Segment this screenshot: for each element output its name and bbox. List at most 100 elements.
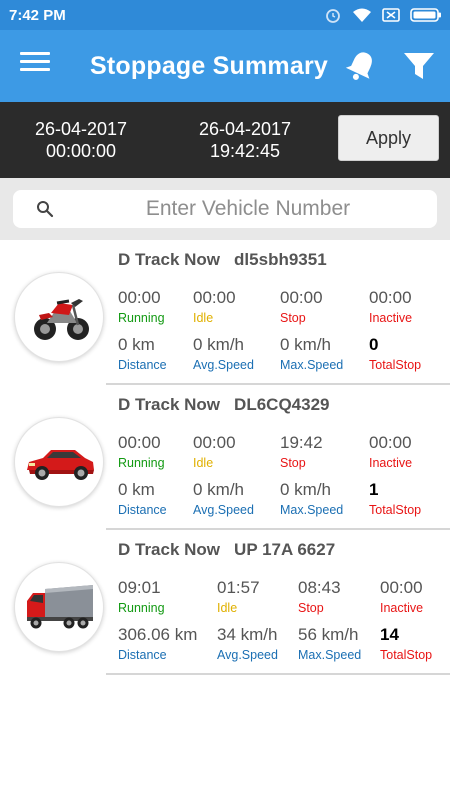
vehicle-card[interactable]: D Track Now DL6CQ4329 00:00 Running 00:00 I…: [0, 385, 450, 530]
total-stop-label: TotalStop: [369, 503, 422, 517]
stop-value: 00:00: [280, 288, 323, 307]
max-speed-label: Max.Speed: [298, 648, 362, 662]
to-datetime[interactable]: 26-04-2017 19:42:45: [186, 118, 304, 162]
battery-icon: [410, 8, 441, 22]
search-area: [0, 178, 450, 240]
company-name: D Track Now: [118, 540, 221, 559]
idle-stat: 00:00 Idle: [193, 433, 236, 470]
inactive-stat: 00:00 Inactive: [369, 288, 412, 325]
avg-speed-value: 0 km/h: [193, 335, 245, 354]
running-stat: 00:00 Running: [118, 288, 165, 325]
max-speed-stat: 56 km/h Max.Speed: [298, 625, 361, 662]
app-bar: Stoppage Summary: [0, 30, 450, 102]
total-stop-value: 1: [369, 480, 379, 499]
card-divider: [106, 673, 450, 675]
avg-speed-label: Avg.Speed: [193, 358, 254, 372]
total-stop-value: 14: [380, 625, 399, 644]
inactive-value: 00:00: [369, 433, 412, 452]
distance-label: Distance: [118, 648, 167, 662]
running-stat: 00:00 Running: [118, 433, 165, 470]
page-title: Stoppage Summary: [90, 52, 328, 80]
distance-stat: 0 km Distance: [118, 335, 167, 372]
inactive-stat: 00:00 Inactive: [380, 578, 423, 615]
distance-label: Distance: [118, 503, 167, 517]
vehicle-title: D Track Now dl5sbh9351: [118, 250, 327, 270]
filter-button[interactable]: [402, 50, 436, 84]
vehicle-number: UP 17A 6627: [234, 540, 336, 559]
idle-stat: 00:00 Idle: [193, 288, 236, 325]
max-speed-value: 0 km/h: [280, 335, 332, 354]
idle-label: Idle: [217, 601, 238, 615]
vehicle-avatar: [14, 272, 104, 362]
idle-label: Idle: [193, 311, 214, 325]
vehicle-card[interactable]: D Track Now dl5sbh9351 00:00 Running 00:00…: [0, 240, 450, 385]
inactive-value: 00:00: [369, 288, 412, 307]
running-value: 00:00: [118, 433, 161, 452]
running-stat: 09:01 Running: [118, 578, 165, 615]
stop-stat: 19:42 Stop: [280, 433, 323, 470]
running-value: 00:00: [118, 288, 161, 307]
vehicle-search-input[interactable]: [73, 190, 423, 228]
stop-stat: 00:00 Stop: [280, 288, 323, 325]
running-label: Running: [118, 601, 165, 615]
total-stop-stat: 0 TotalStop: [369, 335, 421, 372]
search-box[interactable]: [13, 190, 437, 228]
car-icon: [27, 450, 94, 480]
max-speed-stat: 0 km/h Max.Speed: [280, 335, 343, 372]
distance-stat: 0 km Distance: [118, 480, 167, 517]
total-stop-stat: 1 TotalStop: [369, 480, 421, 517]
inactive-value: 00:00: [380, 578, 423, 597]
avg-speed-value: 34 km/h: [217, 625, 278, 644]
avg-speed-stat: 34 km/h Avg.Speed: [217, 625, 278, 662]
menu-icon: [20, 52, 50, 55]
company-name: D Track Now: [118, 250, 221, 269]
status-time: 7:42 PM: [9, 7, 66, 24]
motorcycle-icon: [34, 299, 89, 340]
vehicle-title: D Track Now DL6CQ4329: [118, 395, 329, 415]
inactive-label: Inactive: [369, 456, 413, 470]
vehicle-card[interactable]: D Track Now UP 17A 6627 09:01 Running 01:5…: [0, 530, 450, 675]
bell-icon: [345, 52, 372, 80]
avg-speed-value: 0 km/h: [193, 480, 245, 499]
stop-value: 08:43: [298, 578, 341, 597]
from-time: 00:00:00: [45, 141, 117, 161]
inactive-stat: 00:00 Inactive: [369, 433, 412, 470]
inactive-label: Inactive: [380, 601, 424, 615]
to-time: 19:42:45: [209, 141, 281, 161]
inactive-label: Inactive: [369, 311, 413, 325]
status-bar: 7:42 PM: [0, 0, 450, 30]
idle-stat: 01:57 Idle: [217, 578, 260, 615]
idle-label: Idle: [193, 456, 214, 470]
total-stop-label: TotalStop: [380, 648, 433, 662]
notification-button[interactable]: [343, 48, 379, 84]
avg-speed-label: Avg.Speed: [193, 503, 254, 517]
avg-speed-label: Avg.Speed: [217, 648, 278, 662]
stop-stat: 08:43 Stop: [298, 578, 341, 615]
distance-value: 0 km: [118, 480, 155, 499]
avg-speed-stat: 0 km/h Avg.Speed: [193, 480, 254, 517]
idle-value: 01:57: [217, 578, 260, 597]
apply-button[interactable]: Apply: [338, 115, 439, 161]
vehicle-number: DL6CQ4329: [234, 395, 330, 414]
filter-icon: [404, 53, 434, 79]
max-speed-label: Max.Speed: [280, 358, 344, 372]
to-date: 26-04-2017: [198, 119, 292, 139]
status-icons: [324, 6, 442, 24]
distance-value: 306.06 km: [118, 625, 198, 644]
idle-value: 00:00: [193, 288, 236, 307]
distance-stat: 306.06 km Distance: [118, 625, 197, 662]
running-value: 09:01: [118, 578, 161, 597]
vehicle-avatar: [14, 417, 104, 507]
running-label: Running: [118, 456, 165, 470]
vehicle-number: dl5sbh9351: [234, 250, 327, 269]
from-datetime[interactable]: 26-04-2017 00:00:00: [22, 118, 140, 162]
vehicle-title: D Track Now UP 17A 6627: [118, 540, 335, 560]
distance-label: Distance: [118, 358, 167, 372]
max-speed-value: 56 km/h: [298, 625, 359, 644]
total-stop-label: TotalStop: [369, 358, 422, 372]
total-stop-value: 0: [369, 335, 379, 354]
running-label: Running: [118, 311, 165, 325]
menu-button[interactable]: [20, 52, 50, 80]
stop-label: Stop: [298, 601, 324, 615]
company-name: D Track Now: [118, 395, 221, 414]
